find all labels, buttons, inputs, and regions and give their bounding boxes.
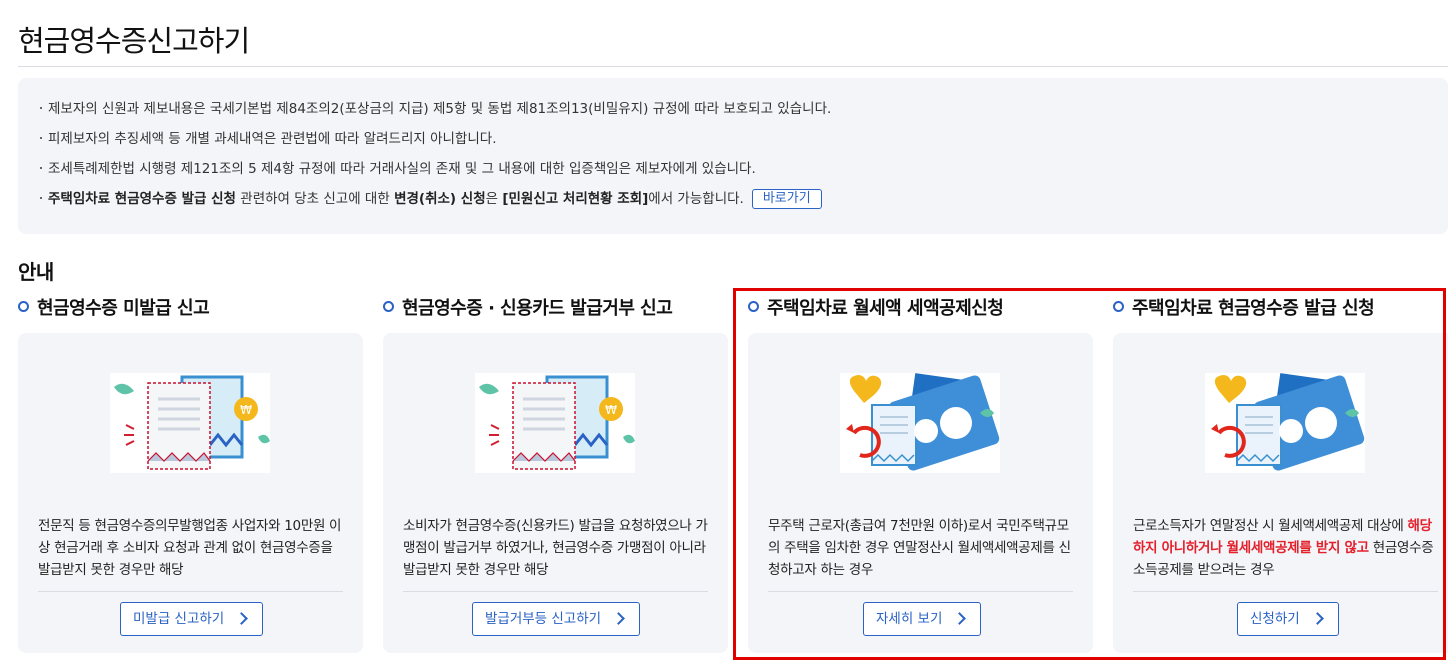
card-heading-refusal: 현금영수증 · 신용카드 발급거부 신고 bbox=[383, 294, 673, 320]
apply-button[interactable]: 신청하기 bbox=[1237, 602, 1339, 636]
card-refusal: ₩ 소비자가 현금영수증(신용카드) 발급을 요청하였으나 가맹점이 발급거부 … bbox=[383, 333, 728, 653]
card-heading-text: 주택임차료 월세액 세액공제신청 bbox=[767, 298, 1004, 319]
chevron-right-icon bbox=[612, 612, 625, 625]
notice-text: 관련하여 당초 신고에 대한 bbox=[235, 191, 395, 207]
view-details-button[interactable]: 자세히 보기 bbox=[863, 602, 982, 636]
shortcut-button[interactable]: 바로가기 bbox=[751, 189, 822, 209]
card-rent-receipt: 근로소득자가 연말정산 시 월세액세액공제 대상에 해당하지 아니하거나 월세세… bbox=[1113, 333, 1448, 653]
notice-text: 은 bbox=[485, 191, 503, 207]
rent-refund-illustration bbox=[1205, 373, 1365, 473]
card-divider bbox=[38, 591, 343, 592]
report-refusal-button[interactable]: 발급거부등 신고하기 bbox=[472, 602, 641, 636]
button-label: 발급거부등 신고하기 bbox=[485, 611, 602, 627]
bullet-icon bbox=[18, 301, 29, 312]
receipt-coin-illustration: ₩ bbox=[475, 373, 635, 473]
card-description: 소비자가 현금영수증(신용카드) 발급을 요청하였으나 가맹점이 발급거부 하였… bbox=[403, 518, 708, 578]
chevron-right-icon bbox=[235, 612, 249, 625]
notice-item: 피제보자의 추징세액 등 개별 과세내역은 관련법에 따라 알려드리지 아니합니… bbox=[40, 128, 831, 158]
chevron-right-icon bbox=[1310, 612, 1324, 625]
button-label: 자세히 보기 bbox=[876, 611, 943, 627]
chevron-right-icon bbox=[953, 612, 967, 625]
card-divider bbox=[1133, 591, 1438, 592]
card-heading-text: 현금영수증 미발급 신고 bbox=[37, 298, 210, 319]
card-heading-rent-credit: 주택임차료 월세액 세액공제신청 bbox=[748, 294, 1004, 320]
card-heading-text: 주택임차료 현금영수증 발급 신청 bbox=[1132, 298, 1375, 319]
title-divider bbox=[18, 66, 1448, 67]
bullet-icon bbox=[1113, 301, 1124, 312]
notice-bold-text: 변경(취소) 신청 bbox=[394, 191, 486, 207]
button-label: 미발급 신고하기 bbox=[133, 611, 225, 627]
notice-box: 제보자의 신원과 제보내용은 국세기본법 제84조의2(포상금의 지급) 제5항… bbox=[18, 78, 1448, 234]
notice-item: 제보자의 신원과 제보내용은 국세기본법 제84조의2(포상금의 지급) 제5항… bbox=[40, 98, 831, 128]
notice-bold-text: [민원신고 처리현황 조회] bbox=[502, 191, 649, 207]
notice-item: 주택임차료 현금영수증 발급 신청 관련하여 당초 신고에 대한 변경(취소) … bbox=[40, 188, 831, 218]
card-description: 근로소득자가 연말정산 시 월세액세액공제 대상에 해당하지 아니하거나 월세세… bbox=[1133, 515, 1438, 581]
card-heading-rent-receipt: 주택임차료 현금영수증 발급 신청 bbox=[1113, 294, 1375, 320]
svg-text:₩: ₩ bbox=[240, 403, 252, 417]
page-title: 현금영수증신고하기 bbox=[18, 24, 250, 58]
section-title: 안내 bbox=[18, 260, 54, 284]
bullet-icon bbox=[748, 301, 759, 312]
card-divider bbox=[403, 591, 708, 592]
notice-list: 제보자의 신원과 제보내용은 국세기본법 제84조의2(포상금의 지급) 제5항… bbox=[40, 98, 831, 218]
notice-text: 에서 가능합니다. bbox=[648, 191, 744, 207]
notice-item: 조세특례제한법 시행령 제121조의 5 제4항 규정에 따라 거래사실의 존재… bbox=[40, 158, 831, 188]
notice-bold-text: 주택임차료 현금영수증 발급 신청 bbox=[48, 191, 236, 207]
button-label: 신청하기 bbox=[1250, 611, 1300, 627]
card-heading-unissued: 현금영수증 미발급 신고 bbox=[18, 294, 210, 320]
receipt-coin-illustration: ₩ bbox=[110, 373, 270, 473]
bullet-icon bbox=[383, 301, 394, 312]
report-unissued-button[interactable]: 미발급 신고하기 bbox=[120, 602, 264, 636]
rent-refund-illustration bbox=[840, 373, 1000, 473]
card-unissued: ₩ 전문직 등 현금영수증의무발행업종 사업자와 10만원 이상 현금거래 후 … bbox=[18, 333, 363, 653]
card-description: 무주택 근로자(총급여 7천만원 이하)로서 국민주택규모의 주택을 임차한 경… bbox=[768, 518, 1071, 578]
card-heading-text: 현금영수증 · 신용카드 발급거부 신고 bbox=[402, 298, 673, 319]
card-rent-credit: 무주택 근로자(총급여 7천만원 이하)로서 국민주택규모의 주택을 임차한 경… bbox=[748, 333, 1093, 653]
card-divider bbox=[768, 591, 1073, 592]
svg-text:₩: ₩ bbox=[605, 403, 617, 417]
card-description: 전문직 등 현금영수증의무발행업종 사업자와 10만원 이상 현금거래 후 소비… bbox=[38, 518, 342, 578]
desc-text: 근로소득자가 연말정산 시 월세액세액공제 대상에 bbox=[1133, 518, 1408, 534]
